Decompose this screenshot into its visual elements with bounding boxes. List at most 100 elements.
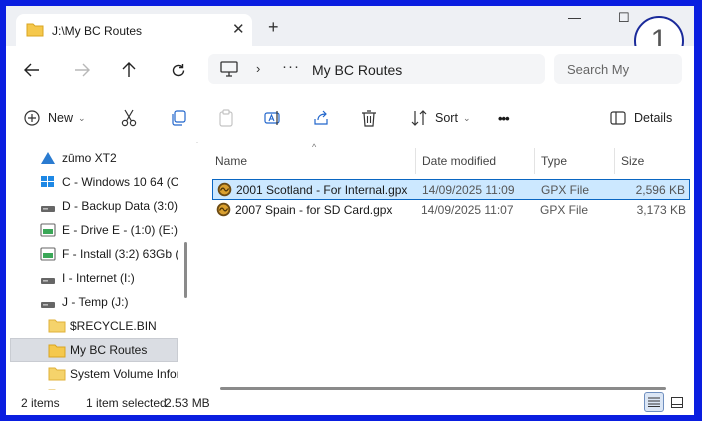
selection-size: 2.53 MB xyxy=(165,396,210,410)
tiles-view-button[interactable] xyxy=(667,392,687,412)
nav-item-my-bc-routes[interactable]: My BC Routes xyxy=(10,338,178,362)
cut-button[interactable] xyxy=(121,106,137,130)
nav-pane-scrollbar[interactable] xyxy=(184,242,187,298)
search-box[interactable]: Search My xyxy=(554,54,682,84)
gpx-file-icon xyxy=(216,202,231,220)
delete-button[interactable] xyxy=(361,106,377,130)
sort-indicator-icon: ^ xyxy=(312,142,317,152)
back-button[interactable] xyxy=(22,60,42,80)
nav-item-drive-e[interactable]: E - Drive E - (1:0) (E:) xyxy=(6,218,178,242)
column-divider[interactable] xyxy=(415,148,416,174)
minimize-button[interactable]: — xyxy=(568,10,581,25)
navigation-bar: › ··· My BC Routes Search My xyxy=(6,46,694,94)
column-divider[interactable] xyxy=(534,148,535,174)
explorer-window: J:\My BC Routes ✕ + — ☐ 1 › ··· My BC Ro… xyxy=(6,6,694,415)
rename-icon xyxy=(264,111,280,125)
column-header-size[interactable]: Size xyxy=(621,154,644,168)
file-type: GPX File xyxy=(540,203,589,217)
computer-icon xyxy=(220,61,238,80)
folder-icon xyxy=(26,22,44,40)
file-type: GPX File xyxy=(541,183,590,197)
paste-button[interactable] xyxy=(218,106,234,130)
rename-button[interactable] xyxy=(264,106,282,130)
triangle-device-icon xyxy=(40,151,56,168)
nav-item-system-volume-information[interactable]: System Volume Information xyxy=(6,362,178,386)
chevron-down-icon: ⌄ xyxy=(78,112,86,123)
tab-my-bc-routes[interactable]: J:\My BC Routes ✕ xyxy=(16,14,252,48)
refresh-icon xyxy=(172,63,184,76)
nav-item-label: J - Temp (J:) xyxy=(62,295,129,309)
file-list: ^ Name Date modified Type Size 2001 Scot… xyxy=(198,142,694,390)
details-label: Details xyxy=(634,111,673,125)
breadcrumb-current-folder[interactable]: My BC Routes xyxy=(312,62,402,78)
column-header-date-modified[interactable]: Date modified xyxy=(422,154,496,168)
nav-item-zumo-xt2[interactable]: zūmo XT2 xyxy=(6,146,178,170)
file-date: 14/09/2025 11:07 xyxy=(421,203,514,217)
address-bar[interactable]: › ··· My BC Routes xyxy=(208,54,545,84)
nav-item-label: C - Windows 10 64 (C:) xyxy=(62,175,178,189)
tab-title: J:\My BC Routes xyxy=(52,24,143,38)
nav-item-recycle-bin[interactable]: $RECYCLE.BIN xyxy=(6,314,178,338)
nav-item-drive-c[interactable]: C - Windows 10 64 (C:) xyxy=(6,170,178,194)
column-header-type[interactable]: Type xyxy=(541,154,567,168)
folder-icon xyxy=(48,318,66,336)
details-button[interactable]: Details xyxy=(610,106,672,130)
navigation-pane: zūmo XT2 C - Windows 10 64 (C:) D - Back… xyxy=(6,142,196,390)
arrow-left-icon xyxy=(24,63,39,77)
nav-item-label: $RECYCLE.BIN xyxy=(70,319,157,333)
file-date: 14/09/2025 11:09 xyxy=(422,183,515,197)
status-bar: 2 items 1 item selected 2.53 MB xyxy=(6,390,694,415)
sort-icon xyxy=(411,110,427,126)
new-button[interactable]: New ⌄ xyxy=(24,106,86,130)
drive-icon xyxy=(40,274,56,288)
column-header-name[interactable]: Name xyxy=(215,154,247,168)
file-name: 2001 Scotland - For Internal.gpx xyxy=(236,183,408,197)
command-bar: New ⌄ Sort ⌄ ••• Details xyxy=(6,94,694,143)
sort-label: Sort xyxy=(435,111,458,125)
copy-button[interactable] xyxy=(170,106,186,130)
arrow-up-icon xyxy=(122,62,136,77)
file-row[interactable]: 2001 Scotland - For Internal.gpx 14/09/2… xyxy=(212,179,690,200)
nav-item-label: D - Backup Data (3:0) (D:) xyxy=(62,199,178,213)
refresh-button[interactable] xyxy=(168,60,188,80)
nav-item-drive-i[interactable]: I - Internet (I:) xyxy=(6,266,178,290)
breadcrumb-overflow[interactable]: ··· xyxy=(282,58,300,75)
nav-item-label: System Volume Information xyxy=(70,367,178,381)
maximize-button[interactable]: ☐ xyxy=(618,10,630,26)
copy-icon xyxy=(172,110,186,126)
details-view-button[interactable] xyxy=(644,392,664,412)
up-button[interactable] xyxy=(119,60,139,80)
nav-item-label: My BC Routes xyxy=(70,343,148,357)
nav-item-label: zūmo XT2 xyxy=(62,151,117,165)
file-size: 2,596 KB xyxy=(635,183,685,197)
breadcrumb-separator[interactable]: › xyxy=(256,61,260,76)
nav-item-label: I - Internet (I:) xyxy=(62,271,135,285)
nav-item-drive-j[interactable]: J - Temp (J:) xyxy=(6,290,178,314)
nav-item-drive-d[interactable]: D - Backup Data (3:0) (D:) xyxy=(6,194,178,218)
share-icon xyxy=(314,110,328,125)
preview-view-icon xyxy=(671,396,683,408)
more-options-button[interactable]: ••• xyxy=(498,106,510,130)
item-count: 2 items xyxy=(21,396,60,410)
chevron-down-icon: ⌄ xyxy=(462,112,471,123)
new-label: New xyxy=(48,111,74,125)
trash-icon xyxy=(362,109,376,127)
drive-icon xyxy=(40,298,56,312)
list-view-icon xyxy=(648,397,660,407)
scissors-icon xyxy=(121,109,137,127)
selection-count: 1 item selected xyxy=(86,396,167,410)
share-button[interactable] xyxy=(313,106,329,130)
title-bar: J:\My BC Routes ✕ + — ☐ xyxy=(6,6,694,48)
windows-drive-icon xyxy=(40,175,56,192)
new-tab-button[interactable]: + xyxy=(268,18,279,36)
tab-close-icon[interactable]: ✕ xyxy=(232,20,245,38)
forward-button[interactable] xyxy=(72,60,92,80)
column-divider[interactable] xyxy=(614,148,615,174)
sort-button[interactable]: Sort ⌄ xyxy=(411,106,470,130)
file-row[interactable]: 2007 Spain - for SD Card.gpx 14/09/2025 … xyxy=(212,200,690,221)
nav-item-drive-f[interactable]: F - Install (3:2) 63Gb (F:) xyxy=(6,242,178,266)
nav-item-label: E - Drive E - (1:0) (E:) xyxy=(62,223,178,237)
folder-icon xyxy=(48,366,66,384)
drive-green-icon xyxy=(40,247,56,264)
drive-green-icon xyxy=(40,223,56,240)
